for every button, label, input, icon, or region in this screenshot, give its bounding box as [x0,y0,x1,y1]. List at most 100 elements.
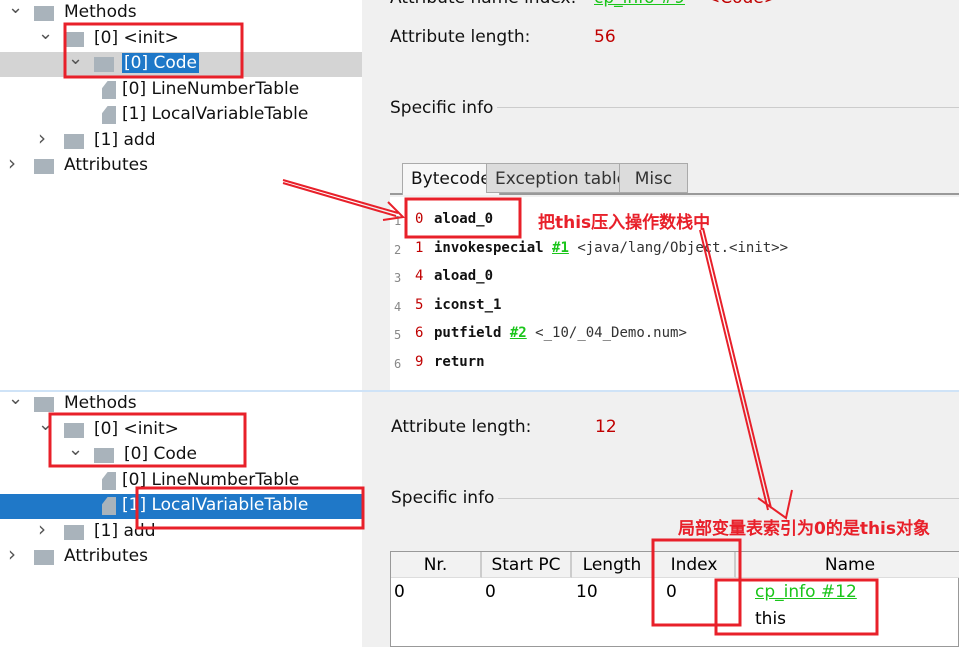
divider [498,498,959,499]
tree-node-label: Methods [64,393,137,413]
cell-nr: 0 [394,582,405,602]
tree-node-label: [0] LineNumberTable [122,79,300,99]
specific-info-heading: Specific info [390,98,494,118]
tree-node-label: [1] LocalVariableTable [122,495,309,515]
chevron-down-icon[interactable]: ⌄ [8,392,23,409]
tree-node-label: [0] <init> [94,419,179,439]
file-icon [102,106,116,124]
tab-exception-table[interactable]: Exception table [486,163,637,193]
tree-node[interactable]: ⌄ [0] <init> [0,414,362,443]
opcode-text: aload_0 [434,211,494,227]
col-start-pc[interactable]: Start PC [482,552,572,578]
attr-length-value: 56 [594,27,616,47]
tree-node-label: [0] LineNumberTable [122,470,300,490]
tree-node[interactable]: [1] LocalVariableTable [0,494,362,519]
tree-node-label: Attributes [64,155,148,175]
tree-node-label: [0] Code [124,444,198,464]
attr-length-value: 12 [595,417,617,437]
folder-icon [64,134,84,149]
tree-node[interactable]: [0] LineNumberTable [0,78,362,103]
tree-node[interactable]: › Attributes [0,542,362,570]
offset: 4 [415,268,424,285]
chevron-right-icon[interactable]: › [8,542,22,566]
opcode: iconst_1 [434,297,501,313]
folder-icon [34,6,54,21]
col-name[interactable]: Name [736,552,959,578]
divider [497,107,959,108]
tab-bar: Bytecode Exception table Misc [390,163,959,195]
cell-index: 0 [666,582,677,602]
folder-icon [34,159,54,174]
cp-ref-link[interactable]: #2 [510,325,527,341]
line-number: 5 [394,328,402,343]
col-length[interactable]: Length [572,552,654,578]
folder-icon [64,525,84,540]
line-number: 6 [394,357,402,371]
opcode: aload_0 [434,211,493,227]
opcode: return [434,354,485,370]
chevron-down-icon[interactable]: ⌄ [68,439,83,460]
folder-icon [64,423,84,438]
cell-name-link[interactable]: cp_info #12 [755,582,857,602]
local-variable-table: Nr. Start PC Length Index Name 0 0 10 0 … [390,551,959,647]
tree-node[interactable]: ⌄ Methods [0,0,362,26]
file-icon [102,497,116,515]
cp-ref-value: <_10/_04_Demo.num> [535,325,687,342]
cp-ref-link[interactable]: #1 [552,240,569,256]
tree-node[interactable]: ⌄ [0] Code [0,48,362,77]
tree-node[interactable]: › Attributes [0,151,362,179]
attr-length-label: Attribute length: [391,417,532,437]
file-icon [102,81,116,99]
line-number: 1 [394,214,402,228]
opcode-text: iconst_1 [434,296,502,313]
chevron-right-icon[interactable]: › [8,151,22,175]
offset: 5 [415,296,424,313]
attr-length-label: Attribute length: [390,27,531,47]
chevron-down-icon[interactable]: ⌄ [38,414,53,435]
tree-node-label: Attributes [64,546,148,566]
folder-icon [64,32,84,47]
col-nr[interactable]: Nr. [391,552,482,578]
opcode-text: return [434,354,485,370]
chevron-right-icon[interactable]: › [38,517,52,541]
opcode: putfield #2 <_10/_04_Demo.num> [434,325,687,341]
tree-node-label: [0] Code [122,53,200,73]
attr-name-label: Attribute name index: [390,0,576,8]
annotation-bottom: 局部变量表索引为0的是this对象 [678,519,931,539]
line-number: 2 [394,242,402,257]
col-index[interactable]: Index [654,552,736,578]
offset: 0 [415,211,424,227]
tree-node[interactable]: [1] LocalVariableTable [0,103,362,128]
tree-node[interactable]: ⌄ [0] Code [0,439,362,468]
chevron-right-icon[interactable]: › [38,126,52,150]
offset: 1 [415,239,424,256]
detail-pane: Attribute name index: cp_info #9 <Code> … [380,0,959,390]
tree-node[interactable]: › [1] add [0,126,362,154]
tree-node[interactable]: [0] LineNumberTable [0,469,362,494]
tree-node[interactable]: ⌄ [0] <init> [0,23,362,52]
folder-icon [94,448,114,463]
tree-node-label: [1] LocalVariableTable [122,104,309,124]
class-tree[interactable]: ⌄ Methods ⌄ [0] <init> ⌄ [0] Code [0] LineNumb… [0,392,362,647]
chevron-down-icon[interactable]: ⌄ [8,0,23,18]
attr-name-value: <Code> [706,0,778,8]
folder-icon [34,397,54,412]
folder-icon [34,550,54,565]
annotation-top: 把this压入操作数栈中 [538,213,711,233]
cell-name: this [755,609,787,629]
chevron-down-icon[interactable]: ⌄ [68,48,83,69]
class-tree[interactable]: ⌄ Methods ⌄ [0] <init> ⌄ [0] Code [0] LineNumb… [0,0,362,390]
opcode-text: aload_0 [434,268,494,285]
chevron-down-icon[interactable]: ⌄ [38,23,53,44]
tab-misc[interactable]: Misc [619,163,688,193]
attr-name-link[interactable]: cp_info #9 [594,0,685,8]
top-panel: ⌄ Methods ⌄ [0] <init> ⌄ [0] Code [0] LineNumb… [0,0,959,390]
cp-ref-value: <java/lang/Object.<init>> [577,239,789,256]
file-icon [102,472,116,490]
offset: 6 [415,325,424,342]
line-number: 3 [394,271,402,286]
tree-node[interactable]: › [1] add [0,517,362,545]
line-number: 4 [394,299,402,314]
tree-node[interactable]: ⌄ Methods [0,392,362,417]
tree-node-label: [1] add [94,521,156,541]
